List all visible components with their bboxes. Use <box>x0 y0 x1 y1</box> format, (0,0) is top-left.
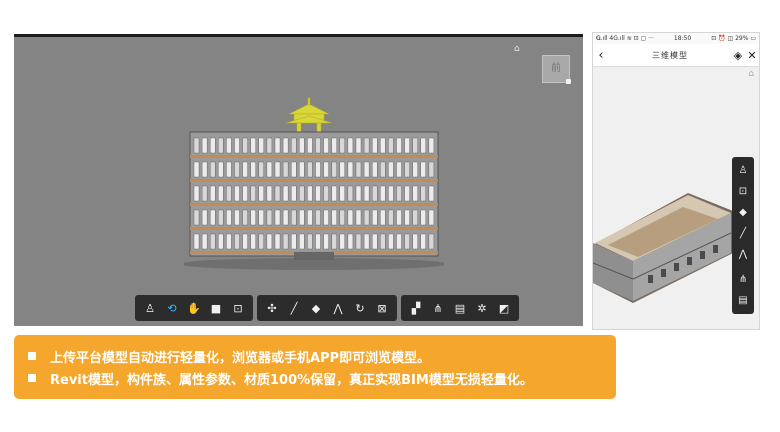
layers-icon[interactable]: ◈ <box>731 49 745 62</box>
banner-line-1: 上传平台模型自动进行轻量化，浏览器或手机APP即可浏览模型。 <box>28 345 602 367</box>
toolbar-group-tools: ✣ ╱ ◆ ⋀ ↻ ⊠ <box>257 295 397 321</box>
bullet-square-icon <box>28 352 36 360</box>
mobile-viewer: 𝐆.ıll 4G.ıll ≋ ⊡ ▢ ··· 18:50 ⊡ ⏰ ◫ 29% ▭… <box>592 32 760 330</box>
viewcube-corner-icon[interactable] <box>566 79 571 84</box>
roof-pavilion <box>285 97 333 133</box>
viewcube-label: 前 <box>551 63 561 74</box>
page-title: 三维模型 <box>652 50 688 60</box>
status-right: ⊡ ⏰ ◫ 29% ▭ <box>711 35 756 42</box>
mobile-toolbar: ♙ ⊡ ◆ ╱ ⋀ ⋔ ▤ <box>732 157 754 314</box>
banner-line-2: Revit模型，构件族、属性参数、材质100%保留，真正实现BIM模型无损轻量化… <box>28 367 602 389</box>
person-icon[interactable]: ♙ <box>140 298 160 318</box>
status-left: 𝐆.ıll 4G.ıll ≋ ⊡ ▢ ··· <box>596 35 654 42</box>
section-icon[interactable]: ⋀ <box>328 298 348 318</box>
feature-banner: 上传平台模型自动进行轻量化，浏览器或手机APP即可浏览模型。 Revit模型，构… <box>14 335 616 399</box>
building-model[interactable] <box>184 92 444 272</box>
zoom-icon[interactable]: ⊡ <box>734 182 752 201</box>
hierarchy-icon[interactable]: ⋔ <box>428 298 448 318</box>
home-icon[interactable]: ⌂ <box>514 45 523 54</box>
home-icon[interactable]: ⌂ <box>748 69 754 79</box>
camera-icon[interactable]: ■ <box>206 298 226 318</box>
bullet-square-icon <box>28 374 36 382</box>
toolbar-group-model: ▞ ⋔ ▤ ✲ ◩ <box>401 295 519 321</box>
desktop-3d-viewer[interactable]: ⌂ 前 ♙ ⟲ ✋ ■ ⊡ ✣ ╱ ◆ ⋀ ↻ ⊠ ▞ ⋔ ▤ ✲ ◩ <box>14 34 583 326</box>
expand-icon[interactable]: ◩ <box>494 298 514 318</box>
fullscreen-icon[interactable]: ⊠ <box>372 298 392 318</box>
back-arrow-icon[interactable]: ‹ <box>593 48 609 63</box>
measure-icon[interactable]: ╱ <box>284 298 304 318</box>
rotate-icon[interactable]: ↻ <box>350 298 370 318</box>
toolbar-group-navigation: ♙ ⟲ ✋ ■ ⊡ <box>135 295 253 321</box>
status-time: 18:50 <box>673 35 692 42</box>
cube-icon[interactable]: ◆ <box>306 298 326 318</box>
person-icon[interactable]: ♙ <box>734 161 752 180</box>
hierarchy-icon[interactable]: ⋔ <box>734 270 752 289</box>
section-icon[interactable]: ⋀ <box>734 245 752 264</box>
measure-icon[interactable]: ╱ <box>734 224 752 243</box>
settings-icon[interactable]: ✲ <box>472 298 492 318</box>
tools-icon[interactable]: ✕ <box>745 49 759 62</box>
banner-text-2: Revit模型，构件族、属性参数、材质100%保留，真正实现BIM模型无损轻量化… <box>50 372 533 388</box>
explode-icon[interactable]: ✣ <box>262 298 282 318</box>
pan-hand-icon[interactable]: ✋ <box>184 298 204 318</box>
cube-icon[interactable]: ◆ <box>734 203 752 222</box>
model-tree-icon[interactable]: ▞ <box>406 298 426 318</box>
viewcube[interactable]: 前 <box>542 55 571 84</box>
mobile-building-model[interactable] <box>593 183 733 303</box>
zoom-box-icon[interactable]: ⊡ <box>228 298 248 318</box>
properties-icon[interactable]: ▤ <box>450 298 470 318</box>
mobile-nav-bar: ‹ 三维模型 ◈ ✕ <box>593 44 759 67</box>
status-bar: 𝐆.ıll 4G.ıll ≋ ⊡ ▢ ··· 18:50 ⊡ ⏰ ◫ 29% ▭ <box>593 33 759 44</box>
banner-text-1: 上传平台模型自动进行轻量化，浏览器或手机APP即可浏览模型。 <box>50 350 431 366</box>
orbit-icon[interactable]: ⟲ <box>162 298 182 318</box>
properties-icon[interactable]: ▤ <box>734 291 752 310</box>
